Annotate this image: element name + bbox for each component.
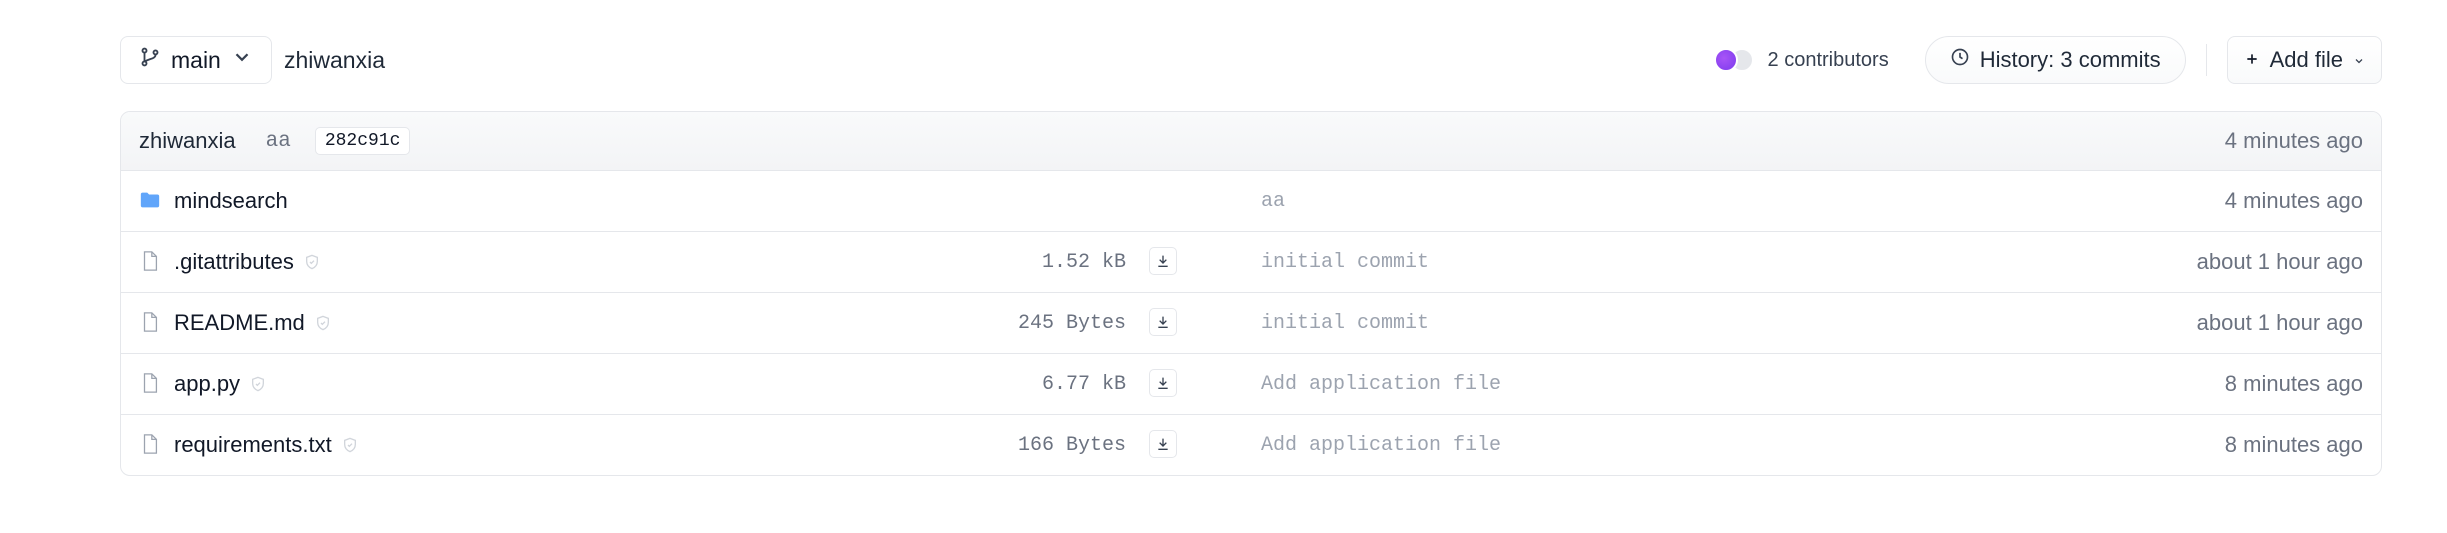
file-name-cell[interactable]: .gitattributes xyxy=(174,249,320,275)
commit-hash[interactable]: 282c91c xyxy=(314,127,411,155)
file-commit-message[interactable]: Add application file xyxy=(1261,373,1501,396)
download-icon[interactable] xyxy=(1149,369,1177,397)
download-icon[interactable] xyxy=(1149,308,1177,336)
file-commit-message[interactable]: initial commit xyxy=(1261,251,1429,274)
contributor-avatars xyxy=(1713,48,1758,72)
file-icon xyxy=(139,433,161,455)
repo-toolbar: main zhiwanxia 2 contributors History: 3… xyxy=(120,36,2382,86)
contributors-link[interactable]: 2 contributors xyxy=(1713,48,1889,72)
file-icon xyxy=(139,311,161,333)
shield-icon xyxy=(305,254,318,270)
download-icon[interactable] xyxy=(1149,247,1177,275)
table-row[interactable]: README.md 245 Bytes initial commit about… xyxy=(121,293,2381,354)
git-branch-icon xyxy=(139,46,161,74)
table-row[interactable]: .gitattributes 1.52 kB initial commit ab… xyxy=(121,232,2381,293)
table-row[interactable]: requirements.txt 166 Bytes Add applicati… xyxy=(121,415,2381,475)
file-name-cell[interactable]: requirements.txt xyxy=(174,432,358,458)
add-file-button[interactable]: Add file xyxy=(2226,36,2382,84)
avatar xyxy=(1713,48,1738,72)
table-row[interactable]: app.py 6.77 kB Add application file 8 mi… xyxy=(121,354,2381,415)
toolbar-divider xyxy=(2205,44,2207,76)
file-name[interactable]: mindsearch xyxy=(174,188,288,214)
add-file-label: Add file xyxy=(2269,47,2343,72)
last-commit-row: zhiwanxia aa 282c91c 4 minutes ago xyxy=(121,112,2381,171)
file-name[interactable]: app.py xyxy=(174,371,240,397)
table-row[interactable]: mindsearch aa 4 minutes ago xyxy=(121,171,2381,232)
file-size: 1.52 kB xyxy=(1041,250,1126,274)
repo-file-browser: main zhiwanxia 2 contributors History: 3… xyxy=(120,36,2382,476)
folder-icon xyxy=(139,189,161,211)
commit-author[interactable]: zhiwanxia xyxy=(139,128,236,154)
file-icon xyxy=(139,372,161,394)
plus-icon xyxy=(2244,47,2260,73)
file-size: 6.77 kB xyxy=(1041,372,1126,396)
repo-owner-link[interactable]: zhiwanxia xyxy=(284,36,385,84)
shield-icon xyxy=(252,376,265,392)
clock-icon xyxy=(1950,47,1970,73)
file-table: zhiwanxia aa 282c91c 4 minutes ago minds… xyxy=(120,111,2382,476)
commit-message[interactable]: aa xyxy=(266,130,291,153)
shield-icon xyxy=(343,437,356,453)
repo-actions: 2 contributors History: 3 commits Add fi… xyxy=(1713,36,2382,84)
file-time: 4 minutes ago xyxy=(2224,188,2363,213)
download-icon[interactable] xyxy=(1149,430,1177,458)
file-icon xyxy=(139,250,161,272)
file-time: about 1 hour ago xyxy=(2196,310,2363,335)
file-name-cell[interactable]: app.py xyxy=(174,371,266,397)
file-time: about 1 hour ago xyxy=(2196,249,2363,274)
file-commit-message[interactable]: initial commit xyxy=(1261,312,1429,335)
file-size: 166 Bytes xyxy=(1017,433,1126,457)
contributors-count: 2 contributors xyxy=(1767,48,1889,71)
commit-time: 4 minutes ago xyxy=(2224,128,2363,153)
file-name-cell[interactable]: README.md xyxy=(174,310,331,336)
file-time: 8 minutes ago xyxy=(2224,432,2363,457)
shield-icon xyxy=(316,315,329,331)
file-name[interactable]: README.md xyxy=(174,310,305,336)
file-commit-message[interactable]: Add application file xyxy=(1261,434,1501,457)
history-button[interactable]: History: 3 commits xyxy=(1924,36,2186,84)
chevron-down-icon xyxy=(2353,47,2365,73)
history-label: History: 3 commits xyxy=(1979,47,2161,72)
branch-selector[interactable]: main xyxy=(120,36,272,84)
file-time: 8 minutes ago xyxy=(2224,371,2363,396)
chevron-down-icon xyxy=(231,46,253,74)
branch-name: main xyxy=(171,46,221,73)
file-name[interactable]: requirements.txt xyxy=(174,432,332,458)
file-commit-message[interactable]: aa xyxy=(1261,190,1285,213)
file-name[interactable]: .gitattributes xyxy=(174,249,294,275)
file-size: 245 Bytes xyxy=(1017,311,1126,335)
